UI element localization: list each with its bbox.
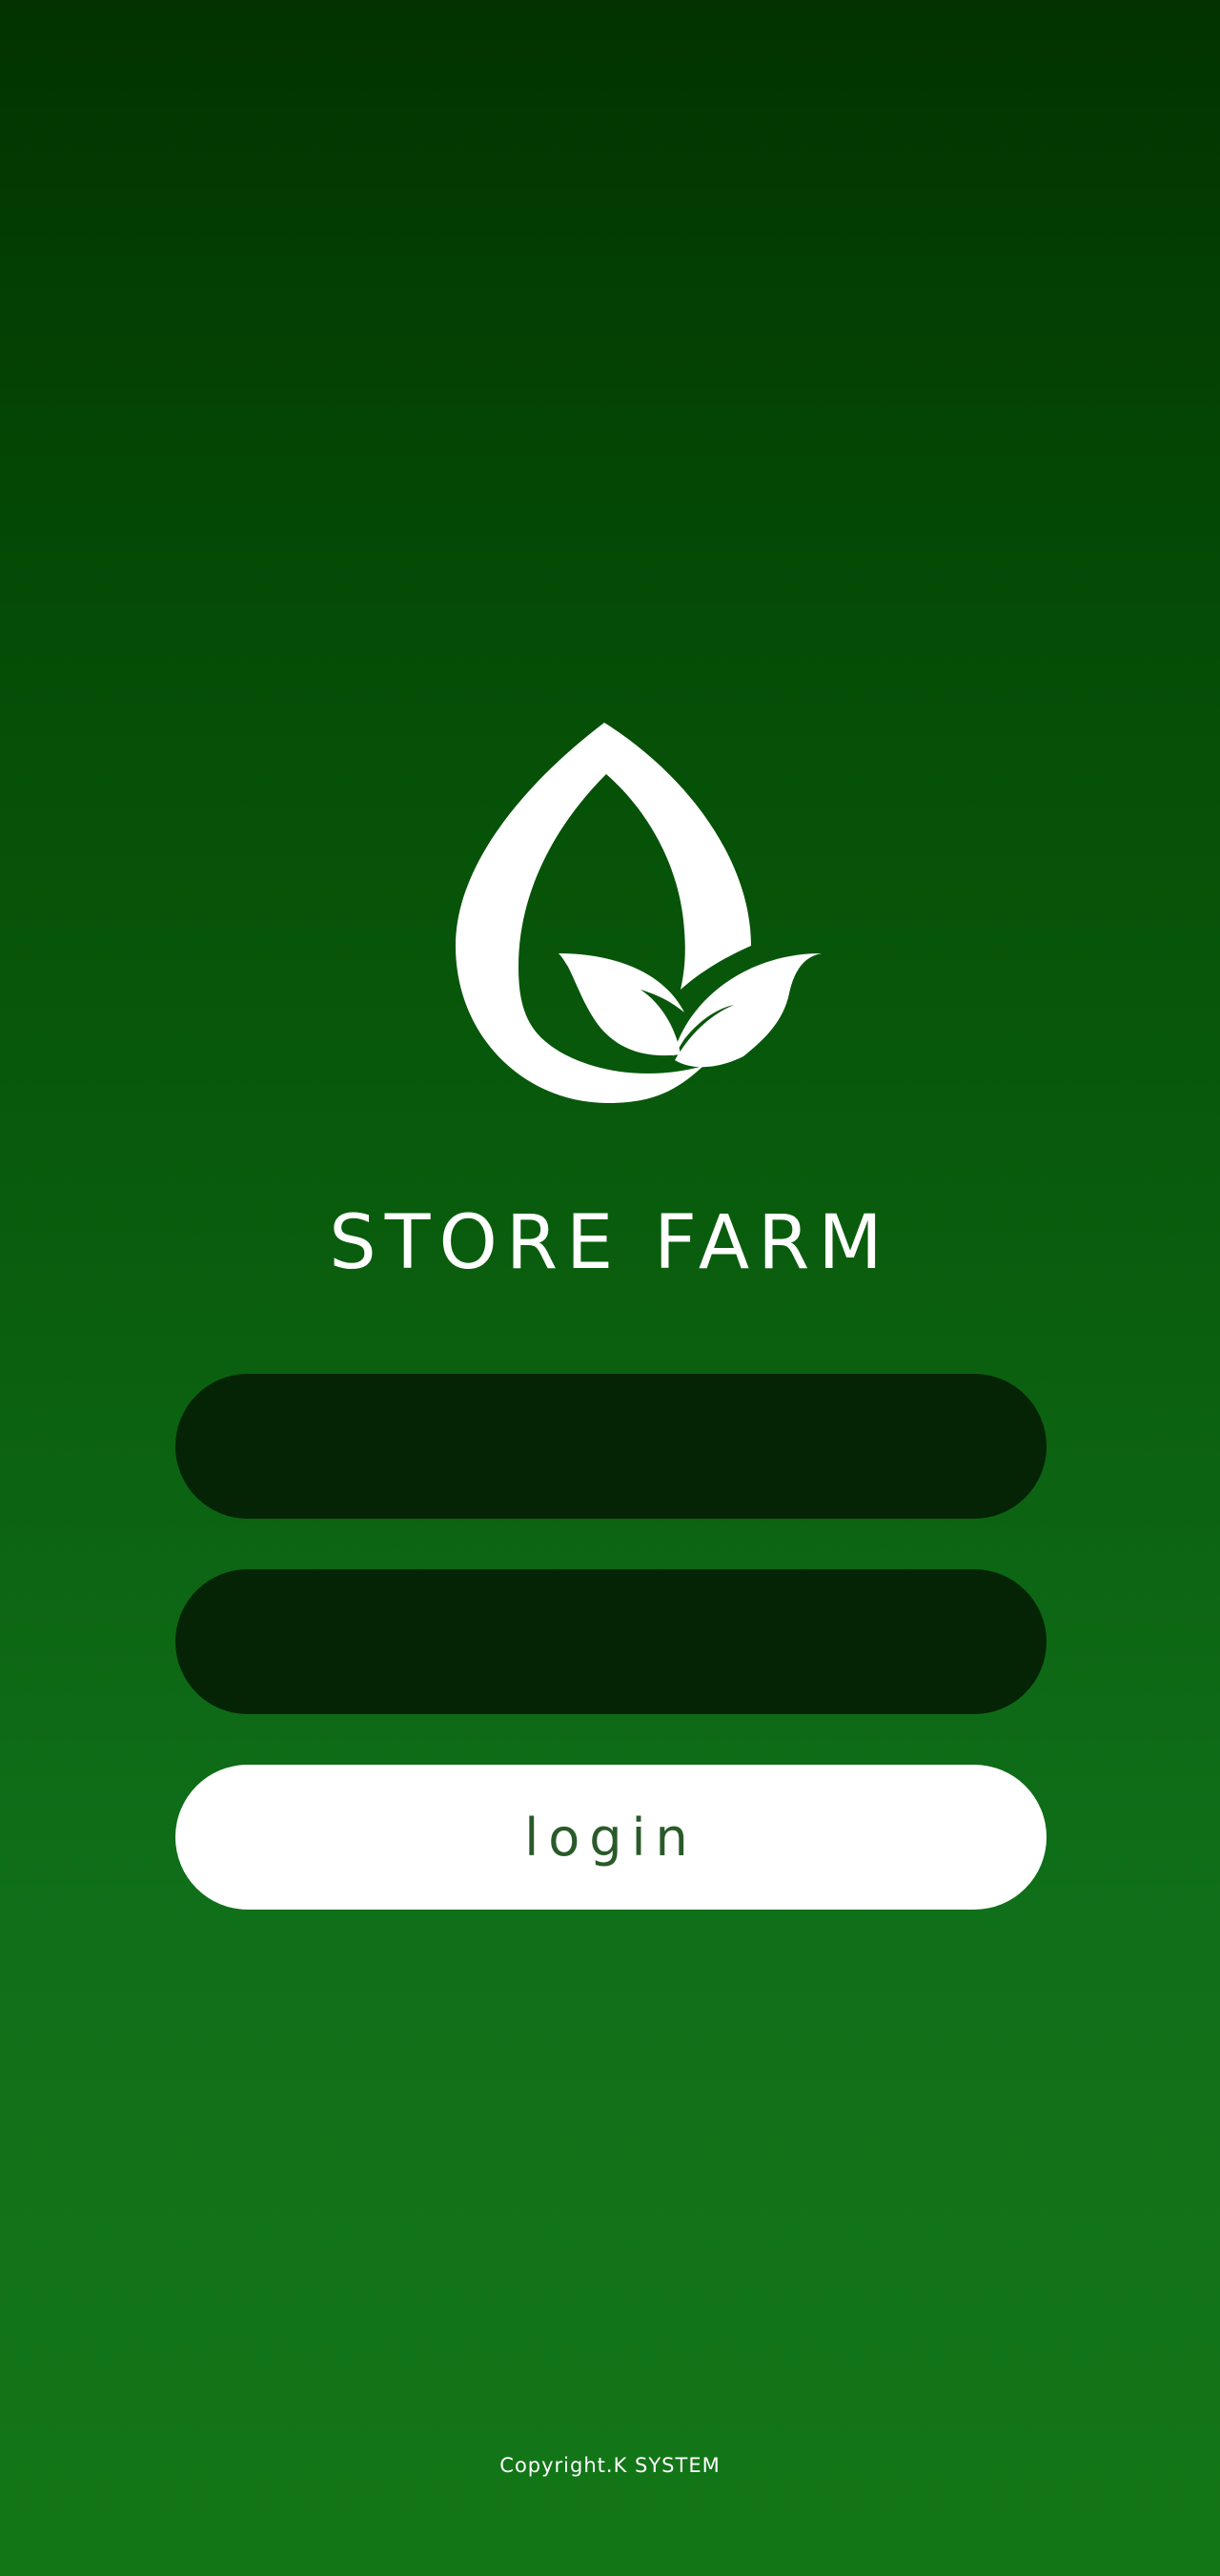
password-input[interactable] <box>175 1569 1047 1714</box>
leaf-drop-logo-icon <box>448 717 829 1108</box>
login-button[interactable]: login <box>175 1765 1047 1910</box>
login-screen: STORE FARM login Copyright.K SYSTEM <box>0 0 1220 2576</box>
login-button-label: login <box>524 1807 698 1868</box>
copyright-text: Copyright.K SYSTEM <box>499 2454 721 2477</box>
app-title: STORE FARM <box>329 1200 891 1286</box>
id-input[interactable] <box>175 1374 1047 1519</box>
